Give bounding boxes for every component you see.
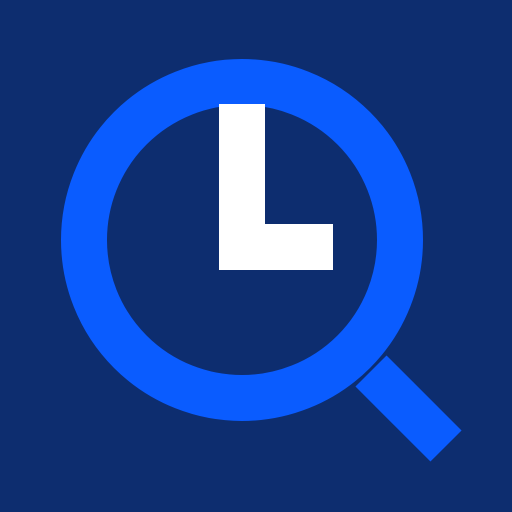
clock-minute-hand bbox=[219, 224, 333, 270]
magnifier-clock-icon bbox=[0, 0, 512, 512]
app-icon bbox=[0, 0, 512, 512]
